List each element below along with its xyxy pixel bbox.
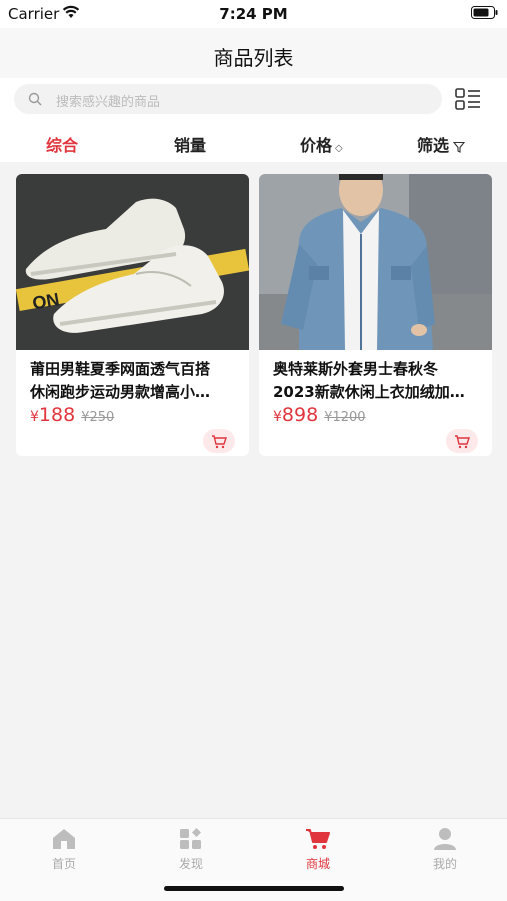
search-placeholder: 搜索感兴趣的商品 — [56, 95, 161, 110]
search-row: 搜索感兴趣的商品 — [0, 78, 507, 120]
product-name-line2: 2023新款休闲上衣加绒加… — [273, 383, 465, 401]
tab-home-label: 首页 — [51, 857, 76, 871]
search-input[interactable]: 搜索感兴趣的商品 — [14, 84, 442, 114]
price-value: 898 — [281, 404, 319, 426]
currency-symbol: ¥ — [30, 409, 39, 425]
product-image — [259, 174, 492, 350]
sort-price[interactable]: 价格 ◇ — [300, 132, 343, 156]
home-icon — [53, 829, 75, 849]
tab-discover-label: 发现 — [178, 857, 203, 871]
discover-icon — [180, 828, 201, 849]
page-title: 商品列表 — [213, 46, 294, 70]
filter-icon — [452, 141, 466, 153]
original-price: ¥1200 — [324, 410, 366, 425]
sort-sales[interactable]: 销量 — [174, 132, 206, 156]
original-price: ¥250 — [81, 410, 115, 425]
tab-discover[interactable]: 发现 — [151, 827, 231, 872]
sort-bar: 综合 销量 价格 ◇ 筛选 — [0, 120, 507, 162]
tab-mine[interactable]: 我的 — [405, 827, 485, 872]
product-price: ¥898 ¥1200 — [273, 404, 366, 426]
user-icon — [434, 828, 456, 850]
product-card[interactable]: ON 莆田男鞋夏季网面透气百搭 休闲跑步运动男款增高小… ¥188 ¥250 — [16, 174, 249, 456]
tab-home[interactable]: 首页 — [24, 827, 104, 872]
nav-bar: 商品列表 — [0, 28, 507, 78]
cart-icon — [212, 435, 227, 449]
tab-mine-label: 我的 — [432, 857, 457, 871]
currency-symbol: ¥ — [273, 409, 282, 425]
product-card[interactable]: 奥特莱斯外套男士春秋冬 2023新款休闲上衣加绒加… ¥898 ¥1200 — [259, 174, 492, 456]
sort-price-label: 价格 — [300, 136, 333, 155]
product-name-line1: 莆田男鞋夏季网面透气百搭 — [30, 360, 211, 378]
battery-icon — [471, 6, 498, 19]
sort-order-icon: ◇ — [335, 143, 343, 154]
product-price: ¥188 ¥250 — [30, 404, 114, 426]
product-name: 奥特莱斯外套男士春秋冬 2023新款休闲上衣加绒加… — [273, 358, 481, 404]
sort-filter[interactable]: 筛选 — [417, 132, 466, 156]
search-icon — [28, 92, 42, 106]
cart-icon — [455, 435, 470, 449]
product-name-line2: 休闲跑步运动男款增高小… — [30, 383, 211, 401]
shopping-cart-icon — [306, 829, 330, 849]
product-image: ON — [16, 174, 249, 350]
status-bar: Carrier 7:24 PM — [0, 0, 507, 28]
add-to-cart-button[interactable] — [203, 429, 235, 453]
home-indicator — [164, 886, 344, 891]
price-value: 188 — [38, 404, 76, 426]
status-time: 7:24 PM — [219, 5, 288, 23]
tab-mall-label: 商城 — [305, 857, 330, 871]
product-name: 莆田男鞋夏季网面透气百搭 休闲跑步运动男款增高小… — [30, 358, 238, 404]
sort-comprehensive[interactable]: 综合 — [46, 132, 78, 156]
add-to-cart-button[interactable] — [446, 429, 478, 453]
sort-filter-label: 筛选 — [417, 136, 450, 155]
tab-mall[interactable]: 商城 — [278, 827, 358, 872]
product-name-line1: 奥特莱斯外套男士春秋冬 — [273, 360, 439, 378]
layout-toggle-icon[interactable] — [455, 88, 481, 110]
